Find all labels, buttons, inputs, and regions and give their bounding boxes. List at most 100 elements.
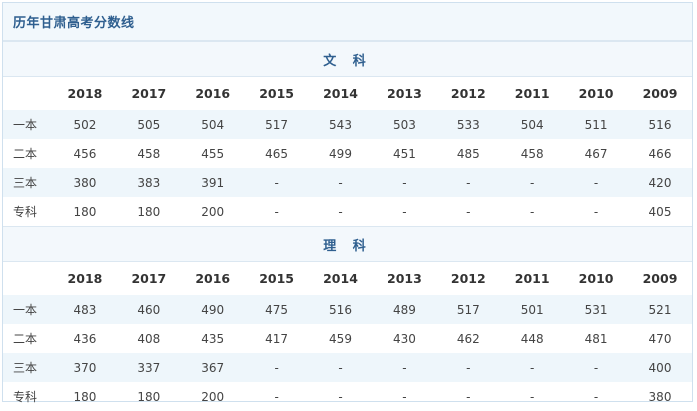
score-cell: 517 <box>245 110 309 139</box>
year-header: 2010 <box>564 77 628 111</box>
score-cell: 430 <box>372 324 436 353</box>
score-cell: 180 <box>117 197 181 227</box>
score-cell: 417 <box>245 324 309 353</box>
score-cell: - <box>372 197 436 227</box>
panel-header: 历年甘肃高考分数线 <box>3 3 692 41</box>
score-cell: 531 <box>564 295 628 324</box>
table-row: 三本370337367------400 <box>3 353 692 382</box>
score-cell: - <box>372 353 436 382</box>
score-cell: - <box>500 353 564 382</box>
score-cell: 504 <box>181 110 245 139</box>
year-header: 2017 <box>117 262 181 296</box>
score-cell: - <box>245 353 309 382</box>
year-header: 2010 <box>564 262 628 296</box>
year-header: 2014 <box>309 77 373 111</box>
section-title: 文 科 <box>3 42 692 77</box>
score-cell: 367 <box>181 353 245 382</box>
score-cell: 391 <box>181 168 245 197</box>
score-cell: 521 <box>628 295 692 324</box>
score-cell: 475 <box>245 295 309 324</box>
year-header-row: 2018201720162015201420132012201120102009 <box>3 77 692 111</box>
year-header: 2018 <box>53 77 117 111</box>
year-header: 2013 <box>372 262 436 296</box>
score-cell: 511 <box>564 110 628 139</box>
score-cell: 465 <box>245 139 309 168</box>
score-cell: 435 <box>181 324 245 353</box>
row-label: 二本 <box>3 139 53 168</box>
section-header-row: 文 科 <box>3 42 692 77</box>
score-cell: 462 <box>436 324 500 353</box>
corner-cell <box>3 77 53 111</box>
score-cell: 502 <box>53 110 117 139</box>
score-cell: - <box>564 197 628 227</box>
score-cell: 543 <box>309 110 373 139</box>
score-cell: 466 <box>628 139 692 168</box>
score-cell: 516 <box>309 295 373 324</box>
score-cell: 456 <box>53 139 117 168</box>
row-label: 三本 <box>3 168 53 197</box>
score-cell: - <box>500 197 564 227</box>
score-cell: 337 <box>117 353 181 382</box>
score-cell: 200 <box>181 197 245 227</box>
score-cell: 370 <box>53 353 117 382</box>
year-header: 2011 <box>500 262 564 296</box>
score-cell: 501 <box>500 295 564 324</box>
year-header: 2012 <box>436 262 500 296</box>
score-cell: 180 <box>53 197 117 227</box>
score-cell: - <box>564 353 628 382</box>
score-cell: 503 <box>372 110 436 139</box>
score-table: 文 科2018201720162015201420132012201120102… <box>3 41 692 411</box>
score-cell: 400 <box>628 353 692 382</box>
table-row: 专科180180200------405 <box>3 197 692 227</box>
score-cell: - <box>245 168 309 197</box>
score-panel: 历年甘肃高考分数线 文 科201820172016201520142013201… <box>2 2 693 402</box>
row-label: 一本 <box>3 110 53 139</box>
score-cell: 458 <box>117 139 181 168</box>
score-cell: - <box>309 353 373 382</box>
score-cell: 481 <box>564 324 628 353</box>
score-cell: 380 <box>53 168 117 197</box>
year-header: 2018 <box>53 262 117 296</box>
score-cell: 455 <box>181 139 245 168</box>
row-label: 专科 <box>3 197 53 227</box>
score-cell: 490 <box>181 295 245 324</box>
score-cell: 405 <box>628 197 692 227</box>
score-cell: 499 <box>309 139 373 168</box>
page-title: 历年甘肃高考分数线 <box>13 12 135 31</box>
table-row: 一本502505504517543503533504511516 <box>3 110 692 139</box>
score-cell: 383 <box>117 168 181 197</box>
score-cell: 517 <box>436 295 500 324</box>
row-label: 一本 <box>3 295 53 324</box>
score-cell: - <box>436 353 500 382</box>
score-table-body: 文 科2018201720162015201420132012201120102… <box>3 42 692 411</box>
section-header-row: 理 科 <box>3 227 692 262</box>
score-cell: 516 <box>628 110 692 139</box>
corner-cell <box>3 262 53 296</box>
year-header: 2015 <box>245 77 309 111</box>
year-header: 2016 <box>181 77 245 111</box>
table-row: 一本483460490475516489517501531521 <box>3 295 692 324</box>
year-header-row: 2018201720162015201420132012201120102009 <box>3 262 692 296</box>
score-cell: 459 <box>309 324 373 353</box>
score-cell: 483 <box>53 295 117 324</box>
score-cell: 460 <box>117 295 181 324</box>
row-label: 三本 <box>3 353 53 382</box>
table-row: 二本456458455465499451485458467466 <box>3 139 692 168</box>
year-header: 2015 <box>245 262 309 296</box>
score-cell: 436 <box>53 324 117 353</box>
table-row: 二本436408435417459430462448481470 <box>3 324 692 353</box>
score-cell: 533 <box>436 110 500 139</box>
score-cell: 448 <box>500 324 564 353</box>
section-title: 理 科 <box>3 227 692 262</box>
score-cell: - <box>245 197 309 227</box>
score-cell: 458 <box>500 139 564 168</box>
year-header: 2017 <box>117 77 181 111</box>
score-cell: 420 <box>628 168 692 197</box>
row-label: 二本 <box>3 324 53 353</box>
year-header: 2016 <box>181 262 245 296</box>
score-cell: 470 <box>628 324 692 353</box>
score-cell: - <box>372 168 436 197</box>
score-cell: 504 <box>500 110 564 139</box>
score-cell: 467 <box>564 139 628 168</box>
score-cell: - <box>564 168 628 197</box>
